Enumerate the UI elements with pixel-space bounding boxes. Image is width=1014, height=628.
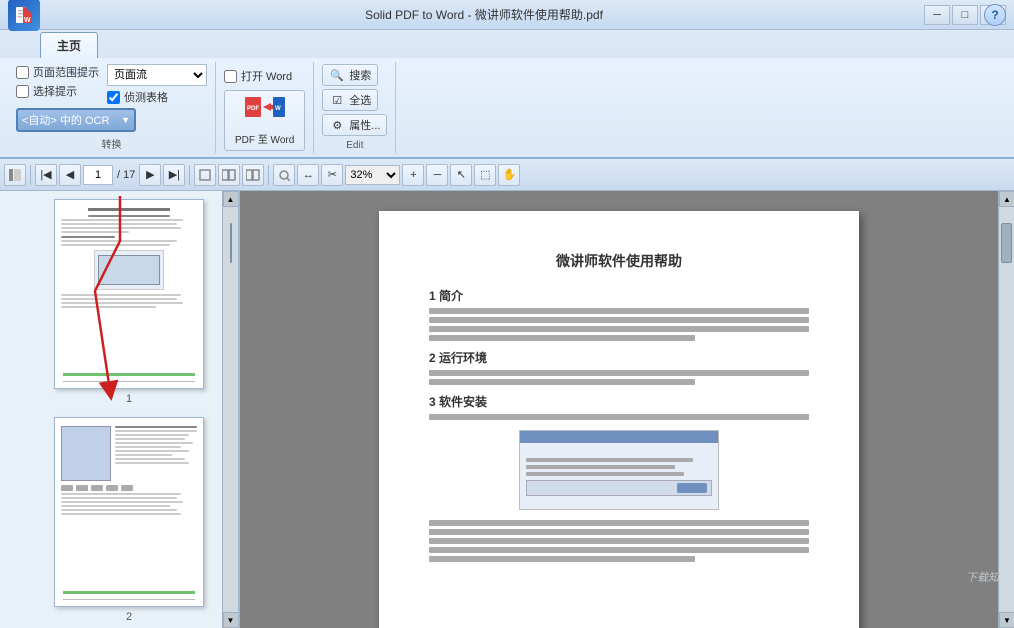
fit-page-btn[interactable] [273,164,295,186]
ocr-dropdown[interactable]: <自动> 中的 OCR ▼ [16,108,136,132]
next-page-button[interactable]: ▶ [139,164,161,186]
ribbon-section-convert: 页面范围提示 选择提示 页面流 连续 [8,62,216,153]
detect-table-input[interactable] [107,91,120,104]
first-page-button[interactable]: |◀ [35,164,57,186]
convert-section-label: 转换 [16,134,207,151]
select-btn[interactable]: ⬚ [474,164,496,186]
select-hint-input[interactable] [16,85,29,98]
app-icon: W [8,0,40,31]
pdf-to-word-button[interactable]: PDF W PDF 至 Word [224,90,305,151]
thumbnail-wrapper-2: 2 [54,417,204,623]
select-all-icon: ☑ [329,92,345,108]
page-num-1: 1 [126,393,132,405]
detect-table-checkbox[interactable]: 侦测表格 [107,89,207,105]
thumbnail-sidebar: 1 [0,191,240,628]
sidebar-scrollbar: ▲ ▼ [222,191,238,628]
doc-toolbar: |◀ ◀ / 17 ▶ ▶| ↔ ✂ 32% 50% 75% 100% + ─ … [0,159,1014,191]
thumb-footer-1 [63,381,195,382]
zoom-out-btn[interactable]: ─ [426,164,448,186]
pdf-word-icon: PDF W [245,95,285,131]
last-page-button[interactable]: ▶| [163,164,185,186]
search-icon: 🔍 [329,67,345,83]
ribbon-section-edit: 🔍 搜索 ☑ 全选 ⚙ 属性... Edit [314,62,396,153]
document-page: 微讲师软件使用帮助 1 简介 2 运行环境 3 软件安装 [379,211,859,628]
zoom-in-btn[interactable]: + [402,164,424,186]
doc-section-3: 3 软件安装 [429,393,809,410]
doc-scroll-thumb[interactable] [1001,223,1012,263]
sidebar-toggle-button[interactable] [4,164,26,186]
ribbon-tabs: 主页 [0,30,1014,58]
checkbox-group-hints: 页面范围提示 选择提示 [16,64,99,99]
watermark: 下载知 [966,569,998,585]
maximize-button[interactable]: □ [952,5,978,25]
doc-scroll-down[interactable]: ▼ [999,612,1014,628]
svg-text:W: W [275,106,281,112]
ribbon-section-pdf-word: 打开 Word PDF W [216,62,314,153]
page-mode-select[interactable]: 页面流 连续 [107,64,207,86]
page-total-label: / 17 [115,169,137,181]
pdf-word-btn-label: PDF 至 Word [235,131,294,146]
sidebar-scroll-up[interactable]: ▲ [223,191,239,207]
select-group: 页面流 连续 侦测表格 [107,64,207,105]
open-word-checkbox[interactable]: 打开 Word [224,68,292,84]
properties-icon: ⚙ [329,117,345,133]
thumbnail-page-1[interactable] [54,199,204,389]
toolbar-sep-1 [30,165,31,185]
svg-text:W: W [24,17,31,24]
doc-scrollbar: ▲ ▼ [998,191,1014,628]
page-range-hint-input[interactable] [16,66,29,79]
doc-scroll-up[interactable]: ▲ [999,191,1014,207]
thumb-green-bar-2 [63,591,195,594]
toolbar-sep-2 [189,165,190,185]
open-word-input[interactable] [224,70,237,83]
document-view: 微讲师软件使用帮助 1 简介 2 运行环境 3 软件安装 [240,191,998,628]
document-title: 微讲师软件使用帮助 [429,251,809,271]
thumb-footer-2 [63,599,195,600]
search-button[interactable]: 🔍 搜索 [322,64,378,86]
tab-home[interactable]: 主页 [40,32,98,58]
thumb-screenshot-1 [94,250,164,290]
two-page-btn[interactable] [218,164,240,186]
hand-tool-btn[interactable]: ✋ [498,164,520,186]
svg-text:PDF: PDF [247,106,259,112]
sidebar-scroll-thumb[interactable] [230,223,232,263]
page-number-input[interactable] [83,165,113,185]
doc-section-1: 1 简介 [429,287,809,304]
thumb-green-bar-1 [63,373,195,376]
sidebar-scroll-down[interactable]: ▼ [223,612,239,628]
fit-width-btn[interactable]: ↔ [297,164,319,186]
thumbnail-wrapper-1: 1 [54,199,204,405]
select-all-button[interactable]: ☑ 全选 [322,89,378,111]
ribbon-body: 页面范围提示 选择提示 页面流 连续 [0,58,1014,157]
doc-section-2: 2 运行环境 [429,349,809,366]
toolbar-sep-3 [268,165,269,185]
single-page-btn[interactable] [194,164,216,186]
prev-page-button[interactable]: ◀ [59,164,81,186]
thumbnail-page-2[interactable] [54,417,204,607]
select-hint-checkbox[interactable]: 选择提示 [16,83,99,99]
title-bar-text: Solid PDF to Word - 微讲师软件使用帮助.pdf [44,6,924,23]
edit-section-label: Edit [322,138,387,151]
ribbon: 主页 页面范围提示 选择提示 [0,30,1014,159]
book-view-btn[interactable] [242,164,264,186]
main-area: 1 [0,191,1014,628]
page-range-hint-checkbox[interactable]: 页面范围提示 [16,64,99,80]
help-button[interactable]: ? [984,4,1006,26]
doc-inner-screenshot [519,430,719,510]
cursor-btn[interactable]: ↖ [450,164,472,186]
crop-btn[interactable]: ✂ [321,164,343,186]
properties-button[interactable]: ⚙ 属性... [322,114,387,136]
title-bar: W Solid PDF to Word - 微讲师软件使用帮助.pdf ─ □ … [0,0,1014,30]
page-num-2: 2 [126,611,132,623]
minimize-button[interactable]: ─ [924,5,950,25]
zoom-select[interactable]: 32% 50% 75% 100% [345,165,400,185]
